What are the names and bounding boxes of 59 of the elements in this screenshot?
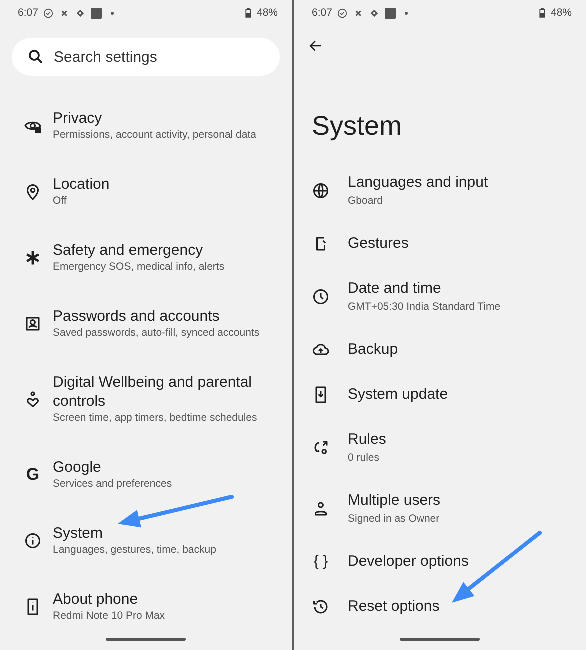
item-subtitle: Gboard bbox=[348, 194, 384, 209]
item-title[interactable]: Safety and emergency bbox=[53, 241, 225, 260]
asterisk-icon bbox=[24, 249, 42, 267]
square-icon bbox=[91, 8, 102, 18]
diamond-icon bbox=[369, 8, 380, 18]
diamond-icon bbox=[75, 8, 86, 18]
item-title[interactable]: Privacy bbox=[53, 109, 256, 128]
sync-gear-icon bbox=[312, 438, 330, 456]
check-circle-icon bbox=[337, 8, 348, 18]
item-subtitle: Saved passwords, auto-fill, synced accounts bbox=[53, 326, 260, 341]
google-g-icon: G bbox=[24, 466, 42, 484]
back-icon[interactable] bbox=[308, 38, 324, 54]
heart-person-icon bbox=[24, 390, 42, 408]
item-subtitle: Signed in as Owner bbox=[348, 512, 441, 527]
item-title[interactable]: Rules bbox=[348, 429, 386, 450]
item-title[interactable]: About phone bbox=[53, 590, 166, 609]
braces-icon: { } bbox=[312, 552, 330, 570]
item-title[interactable]: Google bbox=[53, 458, 172, 477]
item-subtitle: Screen time, app timers, bedtime schedules bbox=[53, 411, 258, 426]
item-subtitle: Off bbox=[53, 194, 68, 209]
clock-icon bbox=[312, 288, 330, 306]
search-field[interactable]: Search settings bbox=[12, 38, 280, 76]
item-subtitle: Redmi Note 10 Pro Max bbox=[53, 609, 166, 624]
item-title[interactable]: Multiple users bbox=[348, 490, 441, 511]
item-title[interactable]: Reset options bbox=[348, 596, 440, 617]
square-icon bbox=[385, 8, 396, 18]
battery-icon bbox=[244, 8, 252, 18]
item-subtitle: Permissions, account activity, personal data bbox=[53, 128, 256, 143]
item-title[interactable]: Location bbox=[53, 175, 110, 194]
item-subtitle: 0 rules bbox=[348, 451, 381, 466]
item-title[interactable]: Languages and input bbox=[348, 172, 488, 193]
item-title[interactable]: Passwords and accounts bbox=[53, 307, 260, 326]
dot-icon bbox=[111, 12, 114, 14]
page-title: System bbox=[312, 110, 404, 143]
info-icon bbox=[24, 532, 42, 550]
item-title[interactable]: Gestures bbox=[348, 233, 409, 254]
item-title[interactable]: Date and time bbox=[348, 278, 501, 299]
item-subtitle: GMT+05:30 India Standard Time bbox=[348, 300, 501, 315]
account-box-icon bbox=[24, 315, 42, 333]
item-subtitle: Languages, gestures, time, backup bbox=[53, 543, 216, 558]
battery-icon bbox=[538, 8, 546, 18]
item-subtitle: Services and preferences bbox=[53, 477, 172, 492]
item-title[interactable]: Backup bbox=[348, 339, 398, 360]
dot-icon bbox=[405, 12, 408, 14]
status-time: 6:07 bbox=[18, 7, 38, 19]
globe-icon bbox=[312, 182, 330, 200]
check-circle-icon bbox=[43, 8, 54, 18]
status-time: 6:07 bbox=[312, 7, 332, 19]
battery-percent: 48% bbox=[550, 7, 572, 19]
item-title[interactable]: System bbox=[53, 524, 216, 543]
item-title[interactable]: Developer options bbox=[348, 551, 469, 572]
item-title[interactable]: Digital Wellbeing and parental controls bbox=[53, 373, 280, 411]
location-pin-icon bbox=[24, 183, 42, 201]
history-icon bbox=[312, 598, 330, 616]
battery-percent: 48% bbox=[256, 7, 278, 19]
person-icon bbox=[312, 500, 330, 518]
item-subtitle: Emergency SOS, medical info, alerts bbox=[53, 260, 225, 275]
search-icon bbox=[27, 48, 45, 66]
item-title[interactable]: System update bbox=[348, 384, 448, 405]
